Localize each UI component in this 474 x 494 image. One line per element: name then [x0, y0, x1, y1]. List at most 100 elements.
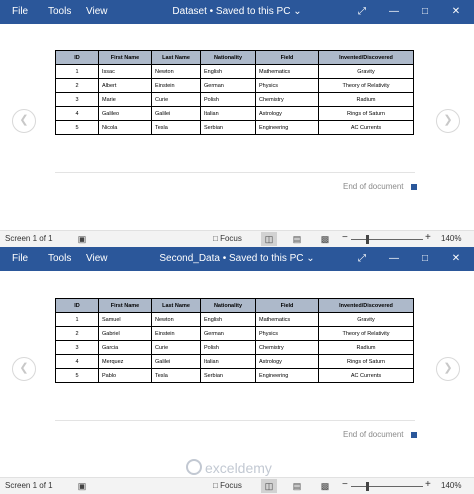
zoom-slider[interactable] [351, 239, 423, 240]
cell-id: 1 [55, 312, 99, 327]
column-header: Invented/Discovered [318, 50, 414, 65]
column-header: Nationality [200, 50, 256, 65]
cell-field: Chemistry [255, 92, 319, 107]
zoom-out-icon[interactable]: − [342, 479, 348, 490]
page-indicator: Screen 1 of 1 [5, 234, 53, 243]
web-layout-icon[interactable]: ▩ [317, 479, 333, 493]
table-row: 5 Pablo Tesla Serbian Engineering AC Cur… [55, 368, 414, 383]
cell-nationality: Serbian [200, 120, 256, 135]
zoom-level[interactable]: 140% [441, 234, 461, 243]
maximize-icon[interactable]: □ [417, 4, 433, 20]
focus-button[interactable]: □ Focus [213, 481, 242, 490]
table-row: 4 Merquez Galilei Italian Astrology Ring… [55, 354, 414, 369]
menu-file[interactable]: File [12, 6, 28, 17]
menu-tools[interactable]: Tools [48, 6, 71, 17]
menu-view[interactable]: View [86, 253, 108, 264]
exceldemy-logo-icon [186, 459, 202, 475]
column-header: Field [255, 50, 319, 65]
end-divider [55, 172, 415, 173]
focus-label: Focus [220, 481, 242, 490]
column-header: Field [255, 298, 319, 313]
minimize-icon[interactable]: — [386, 4, 402, 20]
menu-file[interactable]: File [12, 253, 28, 264]
zoom-slider-thumb[interactable] [366, 482, 369, 491]
read-mode-icon[interactable]: ◫ [261, 479, 277, 493]
table-row: 3 Marie Curie Polish Chemistry Radium [55, 92, 414, 107]
cell-field: Astrology [255, 106, 319, 121]
print-layout-icon[interactable]: ▤ [289, 479, 305, 493]
cell-last-name: Einstein [151, 78, 201, 93]
cell-id: 1 [55, 64, 99, 79]
next-page-arrow-icon[interactable]: ❯ [436, 109, 460, 133]
page-indicator: Screen 1 of 1 [5, 481, 53, 490]
close-icon[interactable]: ✕ [448, 4, 464, 20]
menu-view[interactable]: View [86, 6, 108, 17]
column-header: Nationality [200, 298, 256, 313]
cell-invented: Theory of Relativity [318, 326, 414, 341]
cell-nationality: English [200, 312, 256, 327]
table-header-row: ID First Name Last Name Nationality Fiel… [55, 298, 414, 313]
cell-field: Physics [255, 78, 319, 93]
column-header: Invented/Discovered [318, 298, 414, 313]
cell-invented: AC Currents [318, 368, 414, 383]
cell-id: 3 [55, 340, 99, 355]
cell-invented: Rings of Saturn [318, 354, 414, 369]
cell-first-name: Albert [98, 78, 152, 93]
previous-page-arrow-icon[interactable]: ❮ [12, 357, 36, 381]
chevron-down-icon[interactable]: ⌄ [306, 253, 314, 264]
zoom-slider[interactable] [351, 486, 423, 487]
cell-last-name: Tesla [151, 120, 201, 135]
title-bar: File Tools View Second_Data • Saved to t… [0, 247, 474, 271]
maximize-icon[interactable]: □ [417, 251, 433, 267]
data-table: ID First Name Last Name Nationality Fiel… [55, 50, 414, 135]
cell-first-name: Marie [98, 92, 152, 107]
cell-id: 5 [55, 120, 99, 135]
cell-invented: Gravity [318, 312, 414, 327]
watermark-text: exceldemy [205, 460, 272, 476]
cell-last-name: Galilei [151, 106, 201, 121]
cell-last-name: Tesla [151, 368, 201, 383]
zoom-in-icon[interactable]: + [425, 479, 431, 490]
zoom-level[interactable]: 140% [441, 481, 461, 490]
close-icon[interactable]: ✕ [448, 251, 464, 267]
screen-icon[interactable]: ▣ [74, 479, 90, 493]
cell-field: Astrology [255, 354, 319, 369]
cell-last-name: Galilei [151, 354, 201, 369]
chevron-down-icon[interactable]: ⌄ [293, 6, 301, 17]
cell-first-name: Gabriel [98, 326, 152, 341]
table-row: 2 Gabriel Einstein German Physics Theory… [55, 326, 414, 341]
minimize-icon[interactable]: — [386, 251, 402, 267]
menu-tools[interactable]: Tools [48, 253, 71, 264]
restore-fullscreen-icon[interactable]: ⤢ [354, 251, 370, 267]
web-layout-icon[interactable]: ▩ [317, 232, 333, 246]
cell-id: 2 [55, 326, 99, 341]
zoom-in-icon[interactable]: + [425, 232, 431, 243]
cell-first-name: Nicola [98, 120, 152, 135]
cell-nationality: Polish [200, 92, 256, 107]
print-layout-icon[interactable]: ▤ [289, 232, 305, 246]
table-row: 2 Albert Einstein German Physics Theory … [55, 78, 414, 93]
cell-last-name: Curie [151, 340, 201, 355]
document-title-text[interactable]: Second_Data • Saved to this PC [159, 253, 303, 264]
focus-button[interactable]: □ Focus [213, 234, 242, 243]
cell-invented: Theory of Relativity [318, 78, 414, 93]
cell-id: 2 [55, 78, 99, 93]
next-page-arrow-icon[interactable]: ❯ [436, 357, 460, 381]
cell-first-name: Pablo [98, 368, 152, 383]
restore-fullscreen-icon[interactable]: ⤢ [354, 4, 370, 20]
screen-icon[interactable]: ▣ [74, 232, 90, 246]
cell-field: Engineering [255, 120, 319, 135]
zoom-slider-thumb[interactable] [366, 235, 369, 244]
read-mode-icon[interactable]: ◫ [261, 232, 277, 246]
previous-page-arrow-icon[interactable]: ❮ [12, 109, 36, 133]
reader-window-dataset: File Tools View Dataset • Saved to this … [0, 0, 474, 247]
cell-field: Physics [255, 326, 319, 341]
cell-invented: Radium [318, 340, 414, 355]
reader-window-second-data: File Tools View Second_Data • Saved to t… [0, 247, 474, 494]
end-divider [55, 420, 415, 421]
document-title-text[interactable]: Dataset • Saved to this PC [172, 6, 290, 17]
cell-invented: AC Currents [318, 120, 414, 135]
table-row: 1 Issac Newton English Mathematics Gravi… [55, 64, 414, 79]
focus-icon: □ [213, 481, 218, 490]
zoom-out-icon[interactable]: − [342, 232, 348, 243]
